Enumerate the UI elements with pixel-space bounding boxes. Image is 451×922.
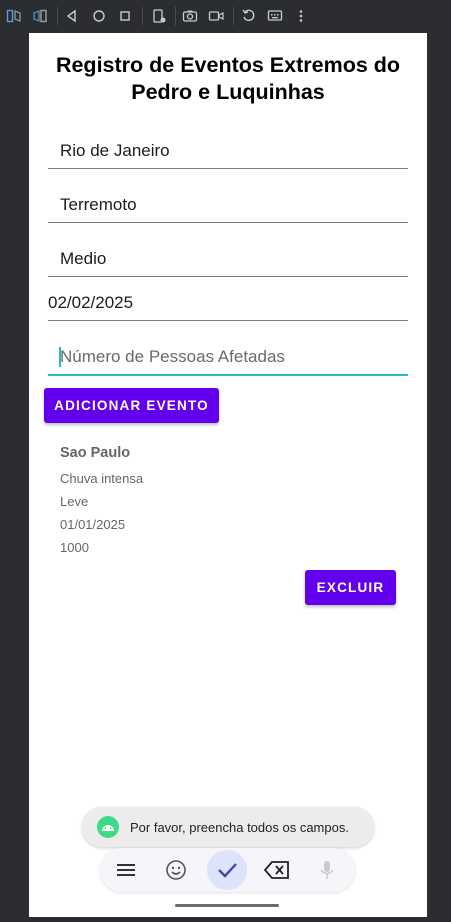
overview-icon[interactable] [115,6,135,26]
home-icon[interactable] [89,6,109,26]
people-affected-placeholder: Número de Pessoas Afetadas [60,347,285,366]
rotate-device-icon[interactable] [149,6,169,26]
more-icon[interactable] [291,6,311,26]
people-affected-input[interactable]: Número de Pessoas Afetadas [48,339,408,376]
menu-icon[interactable] [106,850,146,890]
event-people: 1000 [60,540,89,555]
gesture-nav-bar[interactable] [175,904,279,907]
severity-field-value: Medio [60,249,107,268]
location-field-value: Rio de Janeiro [60,141,170,160]
event-type-field-value: Terremoto [60,195,137,214]
event-severity: Leve [60,494,89,509]
fold-icon[interactable] [4,6,24,26]
severity-field[interactable]: Medio [48,241,408,277]
page-title: Registro de Eventos Extremos do Pedro e … [55,53,401,104]
screenshot-icon[interactable] [180,6,200,26]
undo-icon[interactable] [239,6,259,26]
record-icon[interactable] [206,6,226,26]
delete-event-button[interactable]: EXCLUIR [305,570,396,605]
keyboard-icon[interactable] [265,6,285,26]
event-date: 01/01/2025 [60,517,126,532]
toast-message: Por favor, preencha todos os campos. [82,807,374,847]
emoji-icon[interactable] [156,850,196,890]
back-icon[interactable] [62,6,82,26]
backspace-icon[interactable] [257,850,297,890]
toast-text: Por favor, preencha todos os campos. [130,819,349,835]
keyboard-toolbar [100,848,355,892]
date-field-value: 02/02/2025 [48,293,134,312]
event-list-item: Sao Paulo Chuva intensa Leve 01/01/2025 … [60,445,143,559]
android-icon [97,816,119,838]
add-event-button[interactable]: ADICIONAR EVENTO [44,388,219,423]
emulator-toolbar [0,0,451,32]
event-type-field[interactable]: Terremoto [48,187,408,223]
location-field[interactable]: Rio de Janeiro [48,133,408,169]
device-screen: Registro de Eventos Extremos do Pedro e … [29,33,427,917]
check-icon[interactable] [207,850,247,890]
event-type: Chuva intensa [60,471,144,486]
date-field[interactable]: 02/02/2025 [48,289,408,321]
unfold-icon[interactable] [30,6,50,26]
mic-icon[interactable] [307,850,347,890]
event-city: Sao Paulo [60,445,131,461]
